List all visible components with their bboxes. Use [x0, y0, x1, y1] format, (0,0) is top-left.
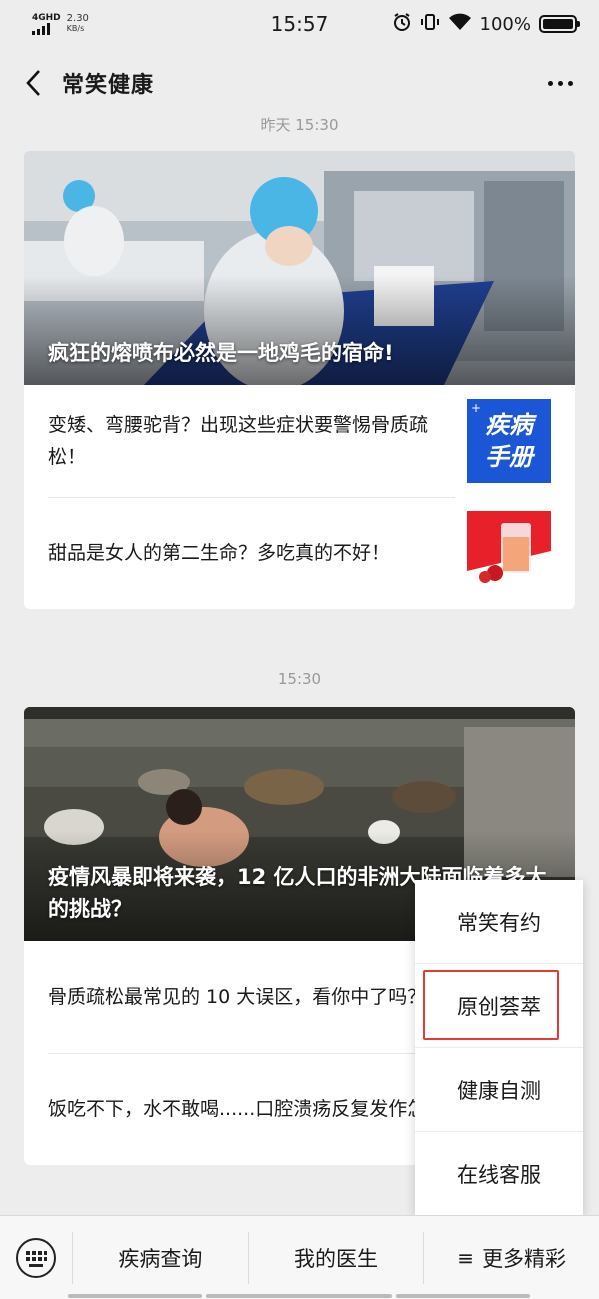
hero-article[interactable]: 疯狂的熔喷布必然是一地鸡毛的宿命! — [24, 151, 575, 385]
article-card: 疯狂的熔喷布必然是一地鸡毛的宿命! 变矮、弯腰驼背？出现这些症状要警惕骨质疏松！… — [24, 151, 575, 609]
submenu-item-customer-service[interactable]: 在线客服 — [415, 1132, 583, 1216]
menu-more[interactable]: ≡ 更多精彩 — [423, 1231, 599, 1284]
thumb-text-line1: 疾病 — [485, 411, 533, 439]
bottom-menu-bar: 疾病查询 我的医生 ≡ 更多精彩 — [0, 1215, 599, 1299]
menu-disease-query[interactable]: 疾病查询 — [72, 1231, 248, 1284]
home-indicator — [68, 1294, 202, 1298]
clock: 15:57 — [270, 12, 329, 36]
message-timestamp: 昨天 15:30 — [260, 116, 339, 134]
article-title: 甜品是女人的第二生命？多吃真的不好！ — [48, 542, 391, 564]
home-indicator — [396, 1294, 530, 1298]
dessert-drink-thumbnail — [467, 511, 551, 595]
submenu-item-self-test[interactable]: 健康自测 — [415, 1048, 583, 1132]
more-dots-icon[interactable] — [542, 75, 579, 92]
page-title: 常笑健康 — [62, 73, 155, 98]
thumb-text-line2: 手册 — [485, 443, 533, 471]
back-chevron-icon[interactable] — [20, 68, 46, 98]
home-indicator — [206, 1294, 392, 1298]
hamburger-icon: ≡ — [457, 1245, 475, 1270]
nav-bar: 常笑健康 — [0, 48, 599, 118]
hero-title: 疯狂的熔喷布必然是一地鸡毛的宿命! — [48, 341, 394, 365]
menu-my-doctor[interactable]: 我的医生 — [247, 1231, 424, 1284]
message-timestamp: 15:30 — [277, 670, 322, 688]
battery-icon — [539, 15, 580, 33]
menu-label: 疾病查询 — [118, 1246, 203, 1271]
article-title: 变矮、弯腰驼背？出现这些症状要警惕骨质疏松！ — [48, 414, 429, 468]
list-item[interactable]: 甜品是女人的第二生命？多吃真的不好！ — [24, 497, 575, 609]
menu-label: 更多精彩 — [482, 1246, 567, 1271]
keyboard-icon[interactable] — [0, 1216, 72, 1299]
menu-label: 我的医生 — [294, 1246, 378, 1271]
more-submenu: 常笑有约 原创荟萃 健康自测 在线客服 — [415, 880, 583, 1216]
status-bar: 4GHD 2.30 KB/s 15:57 100% — [0, 0, 599, 48]
submenu-item-original[interactable]: 原创荟萃 — [415, 964, 583, 1048]
submenu-item-appointment[interactable]: 常笑有约 — [415, 880, 583, 964]
disease-handbook-thumbnail: + 疾病 手册 — [467, 399, 551, 483]
list-item[interactable]: 变矮、弯腰驼背？出现这些症状要警惕骨质疏松！ + 疾病 手册 — [24, 385, 575, 497]
